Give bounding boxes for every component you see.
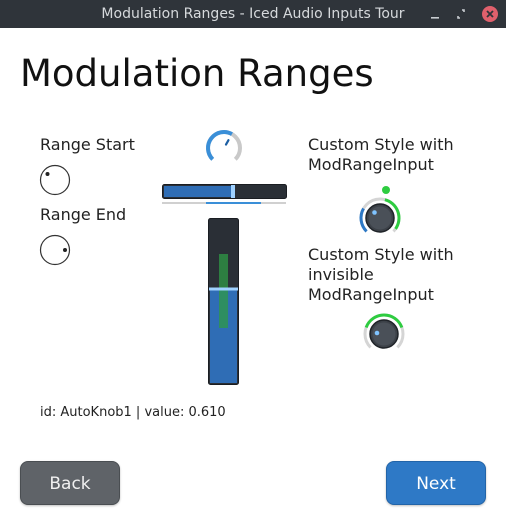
back-button[interactable]: Back xyxy=(20,461,120,505)
custom-invisible-knob[interactable] xyxy=(358,306,414,366)
range-end-label: Range End xyxy=(40,205,127,224)
mod-range-input-handle xyxy=(382,186,390,194)
vertical-mod-slider[interactable] xyxy=(208,218,240,390)
custom-style-knob[interactable] xyxy=(358,183,414,249)
custom-invisible-label-1: Custom Style with xyxy=(308,245,454,264)
range-start-label: Range Start xyxy=(40,135,135,154)
custom-invisible-label-3: ModRangeInput xyxy=(308,285,434,304)
custom-style-label-2: ModRangeInput xyxy=(308,155,434,174)
custom-style-label-1: Custom Style with xyxy=(308,135,454,154)
minimize-icon[interactable] xyxy=(426,5,444,23)
window-titlebar: Modulation Ranges - Iced Audio Inputs To… xyxy=(0,0,506,28)
auto-knob[interactable] xyxy=(202,128,246,172)
range-end-knob[interactable] xyxy=(39,234,71,270)
custom-invisible-label-2: invisible xyxy=(308,265,374,284)
range-start-knob[interactable] xyxy=(39,164,71,200)
close-icon[interactable] xyxy=(481,5,499,23)
restore-icon[interactable] xyxy=(452,5,470,23)
page-title: Modulation Ranges xyxy=(20,52,374,95)
horizontal-mod-slider[interactable] xyxy=(162,183,288,211)
status-readout: id: AutoKnob1 | value: 0.610 xyxy=(40,405,226,420)
next-button[interactable]: Next xyxy=(386,461,486,505)
